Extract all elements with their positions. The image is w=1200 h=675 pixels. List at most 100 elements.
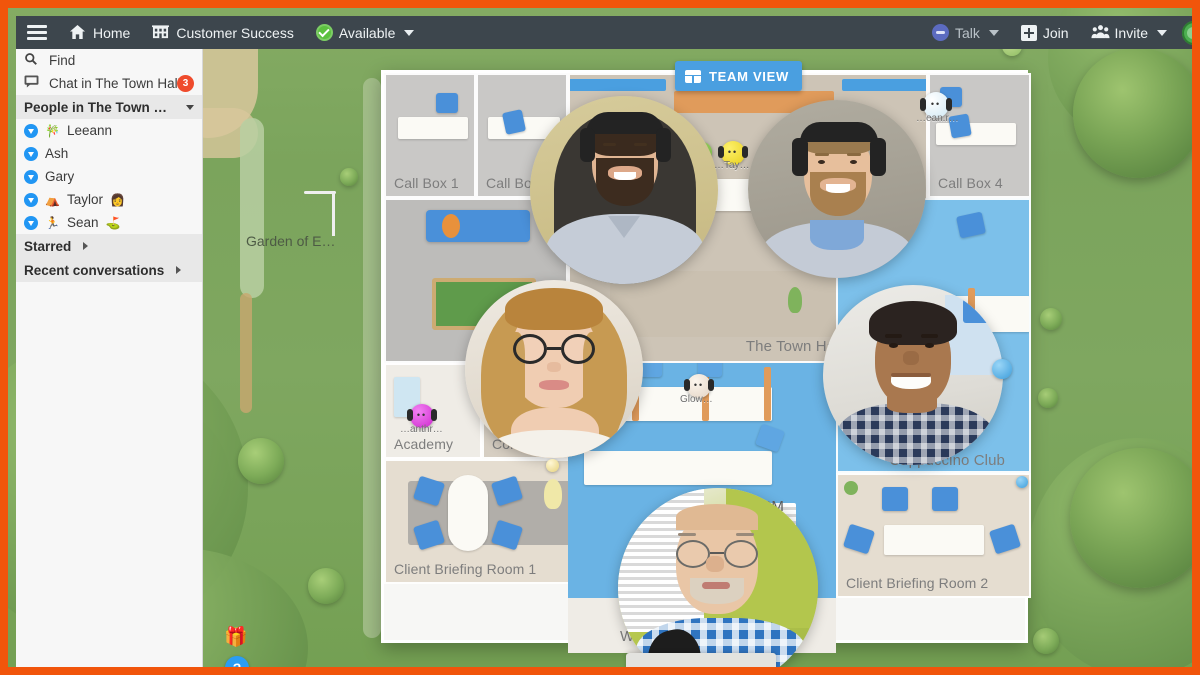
presence-icon: [24, 215, 38, 230]
talk-icon: [931, 24, 949, 41]
chevron-down-icon: [1157, 29, 1167, 36]
room-label: Client Briefing Room 1: [394, 561, 537, 577]
video-feed: [465, 280, 643, 458]
room-label: Academy: [394, 436, 454, 452]
video-feed: [748, 100, 926, 278]
workspace-button[interactable]: Customer Success: [141, 16, 304, 49]
sidebar-people-header-label: People in The Town Hall: [24, 99, 174, 115]
person-emoji-suffix: ⛳: [105, 215, 121, 230]
garden-path: [363, 78, 381, 638]
room-call-box-1[interactable]: Call Box 1: [384, 73, 476, 198]
bottom-dock[interactable]: [626, 653, 776, 667]
sidebar-starred-label: Starred: [24, 238, 72, 254]
talk-button[interactable]: Talk: [921, 16, 1010, 49]
sidebar-item-find[interactable]: Find: [16, 49, 202, 72]
menu-button[interactable]: [16, 16, 58, 49]
map-avatar-label: …Tay…: [714, 160, 750, 171]
avatar-eyes: ••: [416, 409, 428, 420]
invite-button[interactable]: Invite: [1080, 16, 1178, 49]
video-feed: [530, 96, 718, 284]
map-label-garden: Garden of E…: [246, 233, 336, 249]
user-avatar[interactable]: [1182, 21, 1192, 45]
person-name: Leeann: [66, 123, 113, 138]
room-action-icon[interactable]: [992, 359, 1012, 379]
presence-icon: [24, 123, 38, 138]
shrub: [1038, 388, 1058, 408]
room-label: Call Box 4: [938, 175, 1003, 191]
shrub: [1033, 628, 1059, 654]
chat-icon: [24, 74, 42, 93]
person-name: Gary: [45, 169, 75, 184]
sidebar-empty-space: [16, 282, 202, 667]
video-bubble-man-headphones[interactable]: [748, 100, 926, 278]
left-sidebar[interactable]: Find Chat in The Town Hall 3 People in T…: [16, 49, 203, 667]
home-icon: [69, 24, 87, 42]
video-feed: [618, 488, 818, 667]
room-client-briefing-2[interactable]: Client Briefing Room 2: [836, 473, 1031, 598]
invite-label: Invite: [1114, 24, 1148, 41]
video-feed: [823, 285, 1003, 465]
sidebar-people-header[interactable]: People in The Town Hall: [16, 95, 202, 119]
avatar-eyes: ••: [727, 146, 739, 157]
sidebar-person-sean[interactable]: 🏃 Sean ⛳: [16, 211, 202, 234]
map-avatar-label: Glow…: [680, 394, 713, 405]
top-bar[interactable]: Home Customer Success Available Talk Joi…: [16, 16, 1192, 49]
home-button[interactable]: Home: [58, 16, 141, 49]
workspace-label: Customer Success: [176, 24, 294, 41]
tree: [308, 568, 344, 604]
talk-label: Talk: [954, 24, 980, 41]
sidebar-section-recent[interactable]: Recent conversations: [16, 258, 202, 282]
video-bubble-man-glasses-plaid[interactable]: [618, 488, 818, 667]
status-button[interactable]: Available: [305, 16, 426, 49]
presence-icon: [24, 169, 38, 184]
room-label: Client Briefing Room 2: [846, 575, 989, 591]
video-bubble-man-plaid[interactable]: [823, 285, 1003, 465]
person-emoji: 🎋: [45, 123, 60, 138]
tree: [1073, 48, 1192, 178]
avatar-eyes: ••: [930, 98, 942, 109]
room-label: Call Box 1: [394, 175, 459, 191]
lamp-post: [332, 191, 335, 236]
presence-icon: [24, 146, 38, 161]
sidebar-person-taylor[interactable]: ⛺ Taylor 👩: [16, 188, 202, 211]
team-view-button[interactable]: TEAM VIEW: [675, 61, 802, 91]
video-bubble-bearded-man[interactable]: [530, 96, 718, 284]
person-emoji-suffix: 👩: [109, 192, 125, 207]
presence-icon: [24, 192, 38, 207]
join-label: Join: [1042, 24, 1069, 41]
tree: [238, 438, 284, 484]
join-button[interactable]: Join: [1010, 16, 1080, 49]
grid-icon: [685, 69, 701, 83]
map-avatar-label: …anthr…: [400, 424, 443, 435]
sidebar-chat-label: Chat in The Town Hall: [49, 76, 181, 91]
home-label: Home: [93, 24, 131, 41]
help-label: ?: [233, 660, 242, 667]
app-frame: Garden of E… Call Box 1 Call Box 2 The T…: [0, 0, 1200, 675]
sidebar-item-chat[interactable]: Chat in The Town Hall 3: [16, 72, 202, 95]
sidebar-recent-label: Recent conversations: [24, 262, 165, 278]
building-icon: [152, 24, 170, 42]
dirt-path: [240, 293, 252, 413]
stage: Garden of E… Call Box 1 Call Box 2 The T…: [8, 8, 1192, 667]
avatar-inner: [1187, 27, 1192, 39]
person-emoji: ⛺: [45, 192, 60, 207]
status-label: Available: [338, 24, 396, 41]
person-name: Taylor: [66, 192, 103, 207]
shrub: [1040, 308, 1062, 330]
sidebar-section-starred[interactable]: Starred: [16, 234, 202, 258]
people-icon: [1091, 24, 1110, 42]
gift-icon[interactable]: 🎁: [223, 626, 249, 650]
room-action-icon[interactable]: [1016, 476, 1028, 488]
chat-unread-badge: 3: [177, 75, 194, 92]
lamp-icon[interactable]: [546, 459, 559, 472]
person-name: Ash: [45, 146, 69, 161]
garden-path: [240, 118, 264, 298]
chevron-right-icon: [83, 242, 89, 250]
sidebar-person-ash[interactable]: Ash: [16, 142, 202, 165]
sidebar-person-leeann[interactable]: 🎋 Leeann: [16, 119, 202, 142]
person-name: Sean: [66, 215, 99, 230]
check-circle-icon: [315, 24, 333, 41]
video-bubble-woman-glasses[interactable]: [465, 280, 643, 458]
sidebar-person-gary[interactable]: Gary: [16, 165, 202, 188]
room-call-box-4[interactable]: Call Box 4: [928, 73, 1031, 198]
